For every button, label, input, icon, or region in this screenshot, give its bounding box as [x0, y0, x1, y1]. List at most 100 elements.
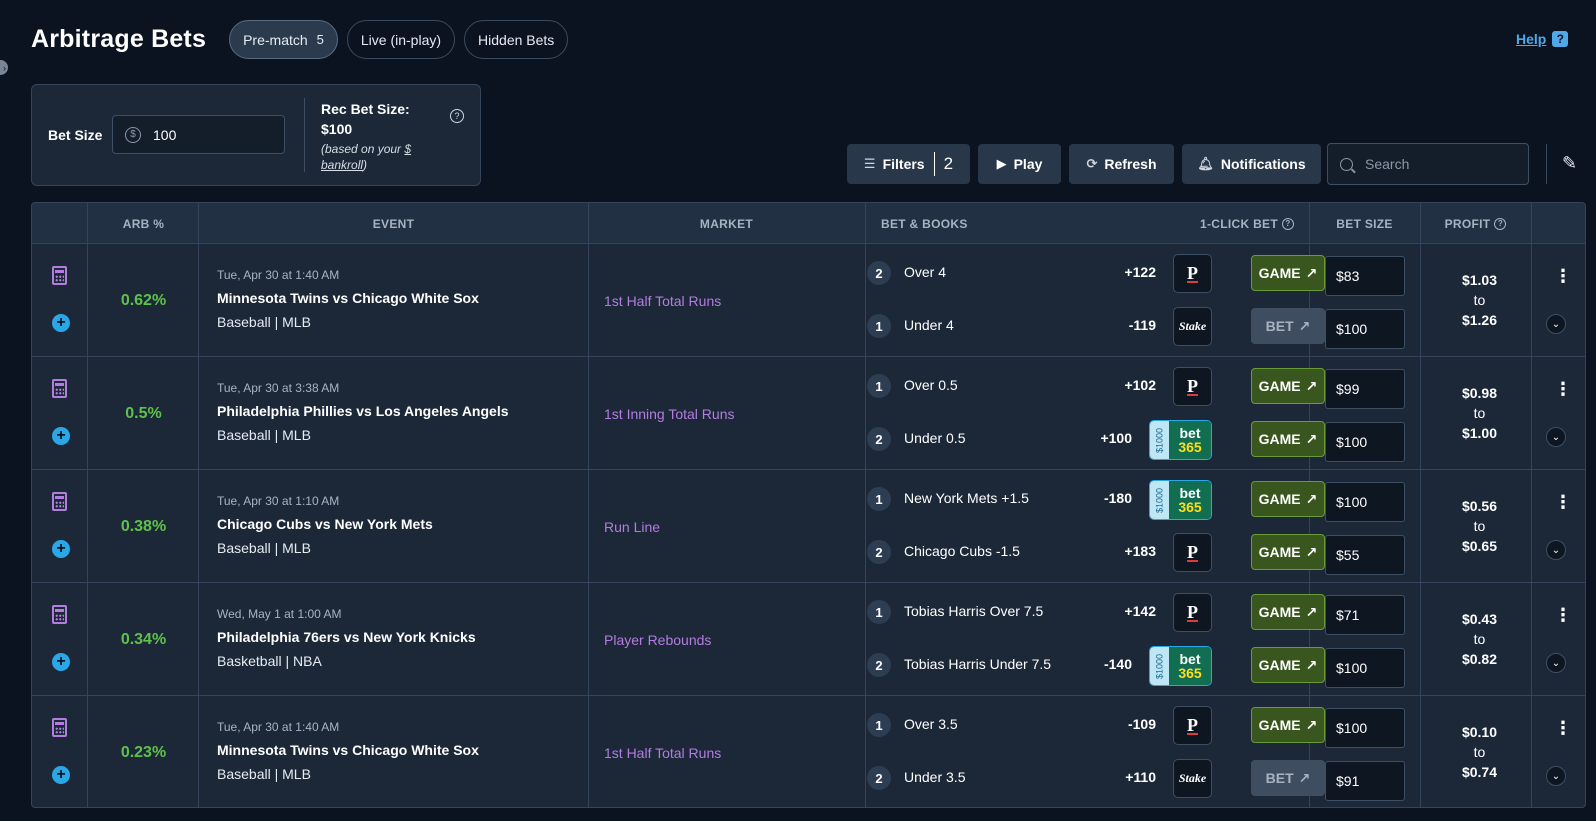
- market-link[interactable]: Player Rebounds: [604, 583, 711, 696]
- button-label: GAME: [1258, 657, 1301, 673]
- calculator-icon[interactable]: [52, 605, 67, 624]
- leg-bet-size-input[interactable]: [1336, 268, 1396, 284]
- leg-bet-size-input[interactable]: [1336, 660, 1396, 676]
- sportsbook-prizepicks-logo[interactable]: P: [1173, 367, 1212, 406]
- kebab-menu-icon[interactable]: ⋮: [1554, 718, 1572, 739]
- kebab-menu-icon[interactable]: ⋮: [1554, 379, 1572, 400]
- leg-bet-size-field[interactable]: [1325, 422, 1405, 462]
- bet-size-field[interactable]: $: [112, 115, 285, 154]
- sportsbook-prizepicks-logo[interactable]: P: [1173, 533, 1212, 572]
- filters-button[interactable]: ☰ Filters 2: [847, 144, 970, 184]
- game-button[interactable]: GAME ↗: [1251, 368, 1325, 404]
- kebab-menu-icon[interactable]: ⋮: [1554, 266, 1572, 287]
- refresh-button[interactable]: ⟳ Refresh: [1069, 144, 1174, 184]
- column-header-profit[interactable]: PROFIT?: [1420, 203, 1531, 244]
- leg-bet-size-input[interactable]: [1336, 607, 1396, 623]
- bet-button[interactable]: BET ↗: [1251, 760, 1325, 796]
- sportsbook-bet365-logo[interactable]: $1000 bet 365: [1149, 646, 1212, 686]
- plus-circle-icon[interactable]: +: [52, 540, 70, 558]
- search-input[interactable]: [1365, 156, 1515, 172]
- chevron-down-icon[interactable]: ⌄: [1546, 540, 1566, 560]
- bankroll-link[interactable]: bankroll: [321, 158, 363, 172]
- sportsbook-stake-logo[interactable]: Stake: [1173, 307, 1212, 346]
- question-icon[interactable]: ?: [450, 109, 464, 123]
- column-header-arb[interactable]: ARB %: [88, 203, 199, 244]
- leg-bet-size-field[interactable]: [1325, 256, 1405, 296]
- leg-bet-size-input[interactable]: [1336, 321, 1396, 337]
- leg-bet-size-input[interactable]: [1336, 773, 1396, 789]
- sidebar-collapse-icon[interactable]: ›: [0, 60, 8, 75]
- table-row: +0.62% Tue, Apr 30 at 1:40 AM Minnesota Tw…: [32, 244, 1585, 357]
- chevron-down-icon[interactable]: ⌄: [1546, 653, 1566, 673]
- game-button[interactable]: GAME ↗: [1251, 255, 1325, 291]
- game-button[interactable]: GAME ↗: [1251, 421, 1325, 457]
- tab-label: Hidden Bets: [478, 31, 555, 48]
- bet-size-input[interactable]: [153, 126, 263, 143]
- tab-hidden-bets[interactable]: Hidden Bets: [464, 20, 569, 59]
- question-icon[interactable]: ?: [1494, 217, 1507, 230]
- plus-circle-icon[interactable]: +: [52, 314, 70, 332]
- leg-odds: +142: [1124, 603, 1156, 619]
- leg-bet-size-input[interactable]: [1336, 547, 1396, 563]
- leg-bet-size-field[interactable]: [1325, 595, 1405, 635]
- calculator-icon[interactable]: [52, 492, 67, 511]
- calculator-icon[interactable]: [52, 379, 67, 398]
- sportsbook-prizepicks-logo[interactable]: P: [1173, 593, 1212, 632]
- leg-bet-size-input[interactable]: [1336, 720, 1396, 736]
- leg-bet-size-input[interactable]: [1336, 434, 1396, 450]
- event-date: Tue, Apr 30 at 1:10 AM: [217, 494, 340, 508]
- column-header-label: BET SIZE: [1336, 216, 1393, 231]
- event-name[interactable]: Philadelphia Phillies vs Los Angeles Ang…: [217, 403, 509, 419]
- game-button[interactable]: GAME ↗: [1251, 534, 1325, 570]
- chevron-down-icon[interactable]: ⌄: [1546, 766, 1566, 786]
- tab-pre-match[interactable]: Pre-match 5: [229, 20, 338, 59]
- leg-bet-size-field[interactable]: [1325, 708, 1405, 748]
- leg-bet-size-input[interactable]: [1336, 381, 1396, 397]
- leg-bet-size-field[interactable]: [1325, 369, 1405, 409]
- plus-circle-icon[interactable]: +: [52, 766, 70, 784]
- sportsbook-prizepicks-logo[interactable]: P: [1173, 706, 1212, 745]
- game-button[interactable]: GAME ↗: [1251, 594, 1325, 630]
- kebab-menu-icon[interactable]: ⋮: [1554, 492, 1572, 513]
- leg-bet-size-field[interactable]: [1325, 761, 1405, 801]
- plus-circle-icon[interactable]: +: [52, 427, 70, 445]
- leg-bet-size-field[interactable]: [1325, 535, 1405, 575]
- bet-button[interactable]: BET ↗: [1251, 308, 1325, 344]
- sportsbook-prizepicks-logo[interactable]: P: [1173, 254, 1212, 293]
- search-box[interactable]: [1327, 143, 1529, 185]
- event-name[interactable]: Minnesota Twins vs Chicago White Sox: [217, 290, 479, 306]
- leg-bet-size-input[interactable]: [1336, 494, 1396, 510]
- tab-live[interactable]: Live (in-play): [346, 20, 456, 59]
- notifications-button[interactable]: 🔔︎ Notifications: [1182, 144, 1321, 184]
- event-date: Tue, Apr 30 at 1:40 AM: [217, 268, 340, 282]
- plus-circle-icon[interactable]: +: [52, 653, 70, 671]
- bankroll-link[interactable]: $: [404, 142, 411, 156]
- game-button[interactable]: GAME ↗: [1251, 481, 1325, 517]
- question-icon[interactable]: ?: [1281, 217, 1294, 230]
- market-link[interactable]: 1st Inning Total Runs: [604, 357, 735, 470]
- chevron-down-icon[interactable]: ⌄: [1546, 314, 1566, 334]
- filters-count: 2: [943, 154, 954, 173]
- event-name[interactable]: Minnesota Twins vs Chicago White Sox: [217, 742, 479, 758]
- market-link[interactable]: Run Line: [604, 470, 660, 583]
- sportsbook-stake-logo[interactable]: Stake: [1173, 759, 1212, 798]
- logo-glyph: P: [1187, 714, 1198, 735]
- game-button[interactable]: GAME ↗: [1251, 647, 1325, 683]
- market-link[interactable]: 1st Half Total Runs: [604, 696, 721, 807]
- event-name[interactable]: Philadelphia 76ers vs New York Knicks: [217, 629, 476, 645]
- kebab-menu-icon[interactable]: ⋮: [1554, 605, 1572, 626]
- edit-icon[interactable]: ✎: [1562, 153, 1577, 174]
- sportsbook-bet365-logo[interactable]: $1000 bet 365: [1149, 420, 1212, 460]
- leg-bet-size-field[interactable]: [1325, 482, 1405, 522]
- game-button[interactable]: GAME ↗: [1251, 707, 1325, 743]
- sportsbook-bet365-logo[interactable]: $1000 bet 365: [1149, 480, 1212, 520]
- event-name[interactable]: Chicago Cubs vs New York Mets: [217, 516, 433, 532]
- play-button[interactable]: ▶ Play: [978, 144, 1061, 184]
- calculator-icon[interactable]: [52, 266, 67, 285]
- leg-bet-size-field[interactable]: [1325, 309, 1405, 349]
- calculator-icon[interactable]: [52, 718, 67, 737]
- chevron-down-icon[interactable]: ⌄: [1546, 427, 1566, 447]
- leg-bet-size-field[interactable]: [1325, 648, 1405, 688]
- help-link[interactable]: Help ?: [1516, 31, 1569, 47]
- market-link[interactable]: 1st Half Total Runs: [604, 244, 721, 357]
